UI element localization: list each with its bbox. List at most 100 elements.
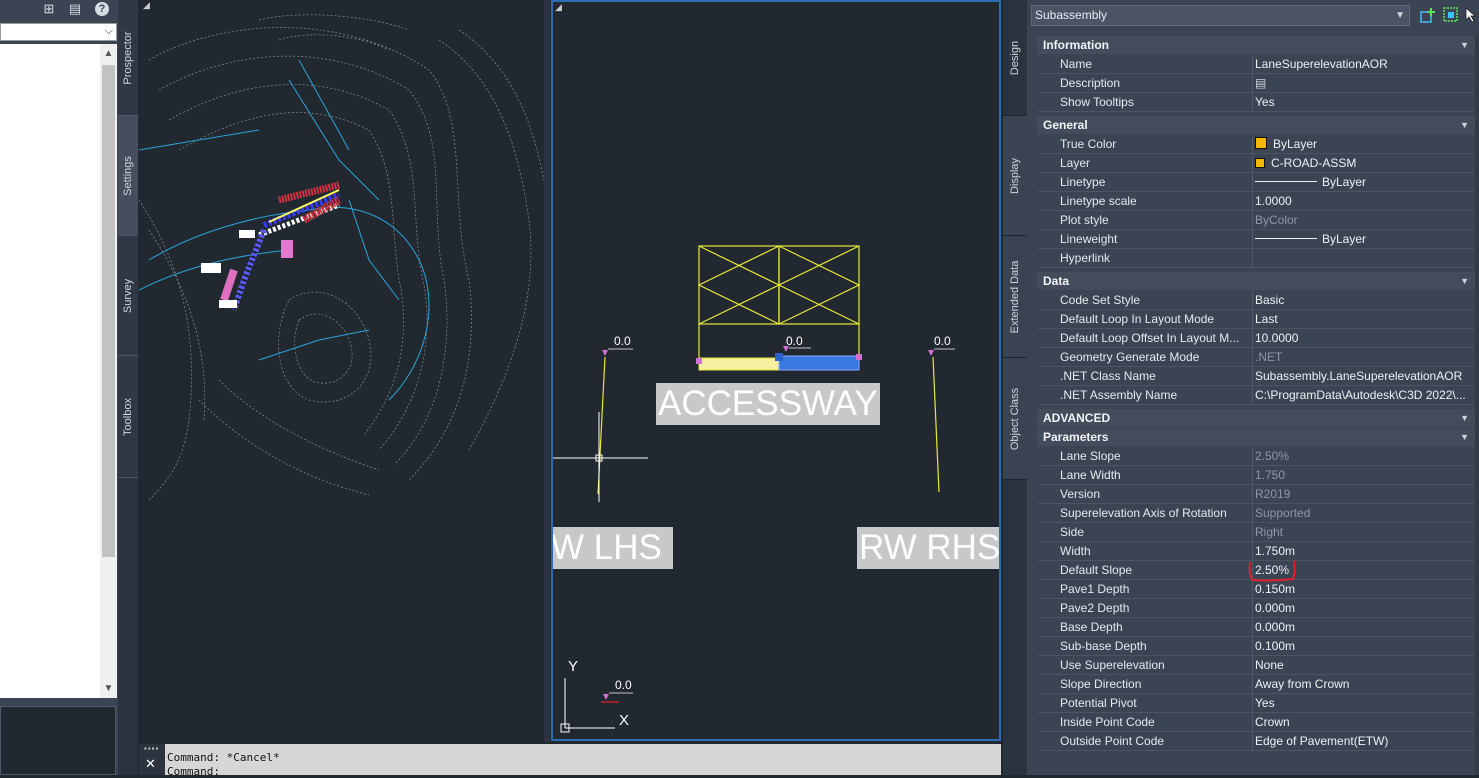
property-row-description[interactable]: Description ▤ bbox=[1037, 74, 1475, 93]
property-row-plot-style[interactable]: Plot style ByColor bbox=[1037, 211, 1475, 230]
viewport-control-icon[interactable]: ◢ bbox=[143, 0, 150, 11]
property-value[interactable]: C:\ProgramData\Autodesk\C3D 2022\... bbox=[1255, 386, 1473, 405]
section-general[interactable]: General ▼ bbox=[1037, 116, 1475, 134]
property-value[interactable]: 0.000m bbox=[1255, 599, 1473, 618]
viewport-splitter[interactable] bbox=[544, 0, 550, 742]
scroll-down-icon[interactable]: ▼ bbox=[100, 683, 117, 694]
section-advanced[interactable]: ADVANCED ▼ bbox=[1037, 409, 1475, 427]
property-value[interactable]: Edge of Pavement(ETW) bbox=[1255, 732, 1473, 751]
property-row-inside-point-code[interactable]: Inside Point Code Crown bbox=[1037, 713, 1475, 732]
property-value[interactable]: Subassembly.LaneSuperelevationAOR bbox=[1255, 367, 1473, 386]
tab-design[interactable]: Design bbox=[1003, 0, 1027, 116]
toolbar-icon[interactable]: ⊞ bbox=[42, 2, 56, 16]
command-prompt[interactable]: Command: bbox=[167, 765, 220, 778]
tab-object-class[interactable]: Object Class bbox=[1003, 358, 1027, 480]
property-value[interactable]: 0.100m bbox=[1255, 637, 1473, 656]
property-value-text: C-ROAD-ASSM bbox=[1271, 156, 1357, 170]
tab-settings[interactable]: Settings bbox=[118, 116, 138, 236]
label-block bbox=[201, 263, 221, 273]
property-value[interactable]: LaneSuperelevationAOR bbox=[1255, 55, 1473, 74]
property-row-geometry-generate-mode[interactable]: Geometry Generate Mode .NET bbox=[1037, 348, 1475, 367]
property-value[interactable]: ByLayer bbox=[1255, 135, 1473, 154]
property-row-version[interactable]: Version R2019 bbox=[1037, 485, 1475, 504]
scrollbar-thumb[interactable] bbox=[102, 65, 115, 557]
tab-prospector[interactable]: Prospector bbox=[118, 0, 138, 116]
property-row-side[interactable]: Side Right bbox=[1037, 523, 1475, 542]
property-row-true-color[interactable]: True Color ByLayer bbox=[1037, 135, 1475, 154]
property-value[interactable]: ByLayer bbox=[1255, 230, 1473, 249]
property-value[interactable]: Basic bbox=[1255, 291, 1473, 310]
command-line-handle[interactable]: ▪▪▪▪ ✕ bbox=[139, 742, 165, 775]
property-row-superelevation-axis[interactable]: Superelevation Axis of Rotation Supported bbox=[1037, 504, 1475, 523]
section-information[interactable]: Information ▼ bbox=[1037, 36, 1475, 54]
object-type-dropdown[interactable]: Subassembly ▼ bbox=[1031, 5, 1410, 26]
help-icon[interactable]: ? bbox=[95, 2, 109, 16]
collapse-icon[interactable]: ▼ bbox=[1460, 116, 1469, 134]
quick-select-icon[interactable] bbox=[1419, 6, 1437, 24]
site-plan-drawing bbox=[139, 14, 544, 501]
property-value[interactable]: Crown bbox=[1255, 713, 1473, 732]
property-row-net-assembly-name[interactable]: .NET Assembly Name C:\ProgramData\Autodes… bbox=[1037, 386, 1475, 405]
collapse-icon[interactable]: ▼ bbox=[1460, 428, 1469, 446]
grip-icon[interactable] bbox=[856, 354, 862, 360]
property-row-name[interactable]: Name LaneSuperelevationAOR bbox=[1037, 55, 1475, 74]
properties-scrollbar[interactable] bbox=[1475, 35, 1479, 775]
property-value[interactable]: 1.0000 bbox=[1255, 192, 1473, 211]
property-row-lane-slope[interactable]: Lane Slope 2.50% bbox=[1037, 447, 1475, 466]
property-row-show-tooltips[interactable]: Show Tooltips Yes bbox=[1037, 93, 1475, 112]
property-label: Default Loop Offset In Layout M... bbox=[1060, 331, 1240, 345]
tab-toolbox[interactable]: Toolbox bbox=[118, 356, 138, 478]
property-row-potential-pivot[interactable]: Potential Pivot Yes bbox=[1037, 694, 1475, 713]
property-value[interactable]: C-ROAD-ASSM bbox=[1255, 154, 1473, 173]
property-value[interactable]: Yes bbox=[1255, 93, 1473, 112]
property-row-default-loop-layout[interactable]: Default Loop In Layout Mode Last bbox=[1037, 310, 1475, 329]
property-row-sub-base-depth[interactable]: Sub-base Depth 0.100m bbox=[1037, 637, 1475, 656]
toolspace-dropdown[interactable]: ⌵ bbox=[0, 23, 117, 41]
property-row-net-class-name[interactable]: .NET Class Name Subassembly.LaneSuperelev… bbox=[1037, 367, 1475, 386]
close-icon[interactable]: ✕ bbox=[145, 756, 156, 772]
property-value[interactable]: Yes bbox=[1255, 694, 1473, 713]
chevron-down-icon: ⌵ bbox=[104, 25, 113, 37]
property-row-slope-direction[interactable]: Slope Direction Away from Crown bbox=[1037, 675, 1475, 694]
grip-icon[interactable] bbox=[775, 353, 783, 361]
scroll-up-icon[interactable]: ▲ bbox=[100, 48, 117, 59]
property-row-pave2-depth[interactable]: Pave2 Depth 0.000m bbox=[1037, 599, 1475, 618]
command-line[interactable]: ▪▪▪▪ ✕ Command: *Cancel* Command: bbox=[139, 742, 1001, 778]
properties-tab-strip: Design Display Extended Data Object Clas… bbox=[1003, 0, 1027, 775]
collapse-icon[interactable]: ▼ bbox=[1460, 272, 1469, 290]
property-row-base-depth[interactable]: Base Depth 0.000m bbox=[1037, 618, 1475, 637]
cursor-select-icon[interactable] bbox=[1464, 6, 1478, 24]
grip-icon[interactable] bbox=[696, 358, 702, 364]
tab-extended-data[interactable]: Extended Data bbox=[1003, 236, 1027, 358]
property-value[interactable]: Away from Crown bbox=[1255, 675, 1473, 694]
property-value[interactable]: Last bbox=[1255, 310, 1473, 329]
property-row-lineweight[interactable]: Lineweight ByLayer bbox=[1037, 230, 1475, 249]
section-parameters[interactable]: Parameters ▼ bbox=[1037, 428, 1475, 446]
description-editor-icon[interactable]: ▤ bbox=[1255, 76, 1266, 90]
property-value[interactable]: 10.0000 bbox=[1255, 329, 1473, 348]
collapse-icon[interactable]: ▼ bbox=[1460, 36, 1469, 54]
plan-viewport[interactable]: ◢ bbox=[139, 0, 544, 742]
property-value[interactable]: None bbox=[1255, 656, 1473, 675]
property-row-hyperlink[interactable]: Hyperlink bbox=[1037, 249, 1475, 268]
property-row-code-set-style[interactable]: Code Set Style Basic bbox=[1037, 291, 1475, 310]
property-value[interactable]: ByLayer bbox=[1255, 173, 1473, 192]
toolspace-tree[interactable] bbox=[0, 44, 100, 698]
property-row-use-superelevation[interactable]: Use Superelevation None bbox=[1037, 656, 1475, 675]
palette-icon[interactable]: ▤ bbox=[68, 2, 82, 16]
property-row-layer[interactable]: Layer C-ROAD-ASSM bbox=[1037, 154, 1475, 173]
property-row-outside-point-code[interactable]: Outside Point Code Edge of Pavement(ETW) bbox=[1037, 732, 1475, 751]
select-objects-icon[interactable] bbox=[1442, 6, 1460, 24]
assembly-viewport[interactable]: ◢ 0.0 0.0 0.0 0.0 ACCESSWAY W LHS RW RHS… bbox=[551, 0, 1001, 741]
collapse-icon[interactable]: ▼ bbox=[1460, 409, 1469, 427]
property-value[interactable]: 0.000m bbox=[1255, 618, 1473, 637]
tab-survey[interactable]: Survey bbox=[118, 236, 138, 356]
section-data[interactable]: Data ▼ bbox=[1037, 272, 1475, 290]
property-value[interactable]: ▤ bbox=[1255, 74, 1473, 93]
property-row-lane-width[interactable]: Lane Width 1.750 bbox=[1037, 466, 1475, 485]
property-row-linetype-scale[interactable]: Linetype scale 1.0000 bbox=[1037, 192, 1475, 211]
grip-dots-icon[interactable]: ▪▪▪▪ bbox=[144, 744, 159, 753]
tab-display[interactable]: Display bbox=[1003, 116, 1027, 236]
property-row-default-loop-offset[interactable]: Default Loop Offset In Layout M... 10.000… bbox=[1037, 329, 1475, 348]
property-row-linetype[interactable]: Linetype ByLayer bbox=[1037, 173, 1475, 192]
